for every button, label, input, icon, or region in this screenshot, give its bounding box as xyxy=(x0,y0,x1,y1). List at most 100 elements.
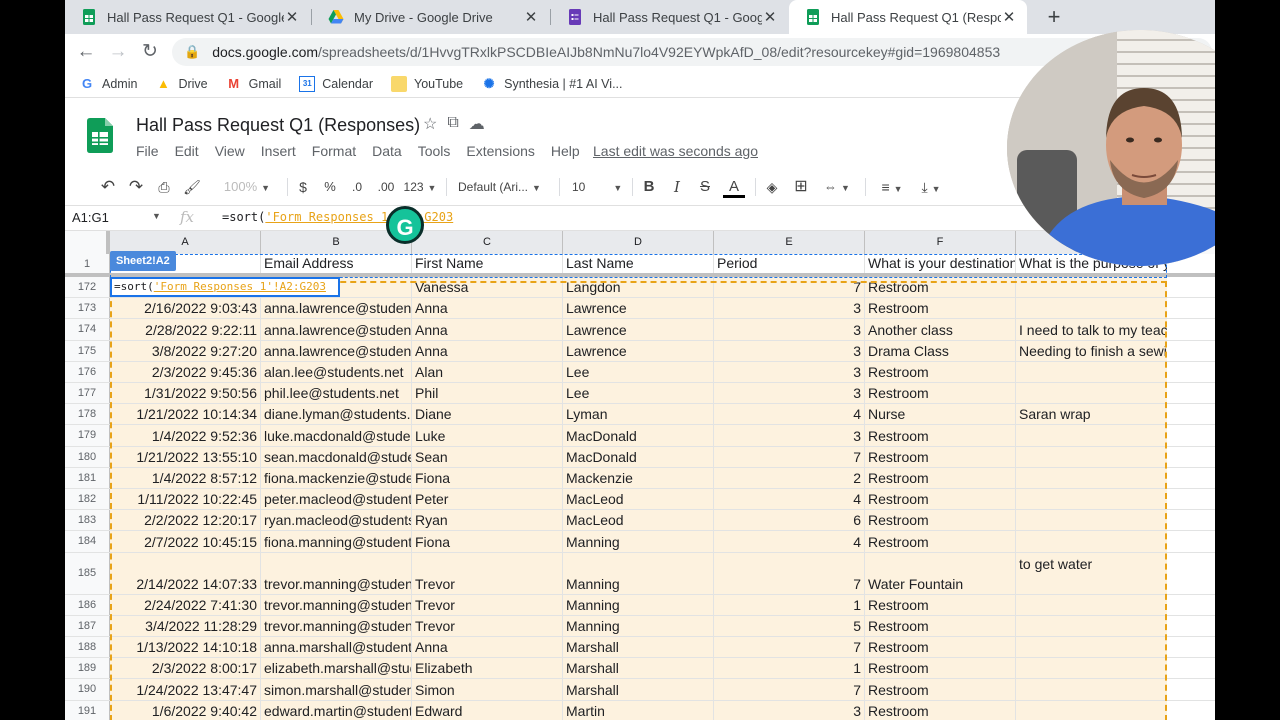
cell[interactable]: 7 xyxy=(714,637,865,658)
cell[interactable]: 2/7/2022 10:45:15 xyxy=(110,531,261,552)
close-icon[interactable]: ✕ xyxy=(523,8,539,26)
cell[interactable] xyxy=(1167,446,1215,467)
merge-cells-icon[interactable]: ⇔ ▼ xyxy=(819,176,855,198)
cell[interactable]: Luke xyxy=(412,425,563,446)
cell[interactable]: edward.martin@students xyxy=(261,700,412,720)
cell[interactable]: Diane xyxy=(412,404,563,425)
cell[interactable]: 4 xyxy=(714,531,865,552)
grammarly-icon[interactable]: G xyxy=(386,206,424,244)
cell[interactable]: ryan.macleod@students. xyxy=(261,510,412,531)
cell[interactable]: 2/14/2022 14:07:33 xyxy=(110,552,261,594)
forward-arrow-icon[interactable]: → xyxy=(105,39,131,65)
cell[interactable]: 1/6/2022 9:40:42 xyxy=(110,700,261,720)
cell[interactable]: 4 xyxy=(714,404,865,425)
cell[interactable] xyxy=(1167,298,1215,319)
text-color-button[interactable]: A xyxy=(723,176,745,198)
bold-button[interactable]: B xyxy=(639,176,659,198)
cell[interactable]: anna.lawrence@students xyxy=(261,298,412,319)
cell[interactable]: Marshall xyxy=(563,679,714,700)
cell[interactable] xyxy=(1167,277,1215,298)
cell[interactable]: Simon xyxy=(412,679,563,700)
cell[interactable]: Restroom xyxy=(865,700,1016,720)
cell[interactable]: Restroom xyxy=(865,594,1016,615)
tab-sheets[interactable]: Hall Pass Request Q1 - Google Sheets ✕ xyxy=(65,0,310,34)
cell[interactable]: trevor.manning@students xyxy=(261,594,412,615)
cell[interactable]: Fiona xyxy=(412,531,563,552)
cell[interactable]: simon.marshall@students xyxy=(261,679,412,700)
column-header-f[interactable]: F xyxy=(865,231,1016,254)
bookmark-gmail[interactable]: M Gmail xyxy=(226,76,281,92)
row-number[interactable]: 176 xyxy=(65,361,110,382)
tab-forms[interactable]: Hall Pass Request Q1 - Google Forms ✕ xyxy=(551,0,788,34)
bookmark-calendar[interactable]: 31 Calendar xyxy=(299,75,373,92)
italic-button[interactable]: I xyxy=(667,176,687,198)
cell[interactable]: 2 xyxy=(714,467,865,488)
borders-icon[interactable]: ⊞ xyxy=(791,176,811,198)
cell[interactable]: 7 xyxy=(714,446,865,467)
cell[interactable]: Manning xyxy=(563,552,714,594)
row-number[interactable]: 173 xyxy=(65,298,110,319)
cell[interactable]: Mackenzie xyxy=(563,467,714,488)
decrease-decimal-button[interactable]: .0 xyxy=(346,176,368,198)
move-folder-icon[interactable]: ⧉ xyxy=(447,114,458,134)
column-header-e[interactable]: E xyxy=(714,231,865,254)
row-number[interactable]: 185 xyxy=(65,552,110,594)
cell[interactable]: 1/4/2022 8:57:12 xyxy=(110,467,261,488)
fill-color-icon[interactable]: ◈ xyxy=(762,176,782,198)
align-left-icon[interactable]: ≡ ▼ xyxy=(875,176,909,198)
cell[interactable]: sean.macdonald@students xyxy=(261,446,412,467)
cell[interactable]: Drama Class xyxy=(865,340,1016,361)
last-edit-link[interactable]: Last edit was seconds ago xyxy=(593,143,758,159)
bookmark-youtube[interactable]: YouTube xyxy=(391,75,463,92)
cell[interactable]: Restroom xyxy=(865,425,1016,446)
column-header-d[interactable]: D xyxy=(563,231,714,254)
redo-icon[interactable]: ↷ xyxy=(125,176,147,198)
cell[interactable]: Restroom xyxy=(865,446,1016,467)
cell[interactable] xyxy=(1167,425,1215,446)
bookmark-admin[interactable]: G Admin xyxy=(79,76,138,92)
cell[interactable]: alan.lee@students.net xyxy=(261,361,412,382)
cell[interactable]: Trevor xyxy=(412,594,563,615)
row-number[interactable]: 180 xyxy=(65,446,110,467)
cell[interactable]: Email Address xyxy=(261,254,412,273)
cell[interactable]: 1 xyxy=(714,594,865,615)
cell[interactable]: 1/21/2022 13:55:10 xyxy=(110,446,261,467)
cell[interactable]: Vanessa xyxy=(412,277,563,298)
spreadsheet-grid[interactable]: A B C D E F 1 Email Address First Name Last… xyxy=(65,231,1215,720)
cell[interactable] xyxy=(1167,467,1215,488)
row-number[interactable]: 191 xyxy=(65,700,110,720)
row-number[interactable]: 1 xyxy=(65,254,110,273)
row-number[interactable]: 188 xyxy=(65,637,110,658)
undo-icon[interactable]: ↶ xyxy=(97,176,119,198)
font-size-select[interactable]: 10 ▼ xyxy=(572,176,624,198)
cell[interactable]: 2/16/2022 9:03:43 xyxy=(110,298,261,319)
cell[interactable]: 1/31/2022 9:50:56 xyxy=(110,383,261,404)
close-icon[interactable]: ✕ xyxy=(1001,8,1017,26)
cell[interactable]: Peter xyxy=(412,489,563,510)
sheets-logo-icon[interactable] xyxy=(87,118,113,153)
cell[interactable]: 7 xyxy=(714,679,865,700)
cell[interactable] xyxy=(1167,658,1215,679)
menu-edit[interactable]: Edit xyxy=(175,143,199,159)
strikethrough-button[interactable]: S xyxy=(695,176,715,198)
cell[interactable]: Last Name xyxy=(563,254,714,273)
menu-view[interactable]: View xyxy=(215,143,245,159)
paint-format-icon[interactable]: 🖌 xyxy=(181,176,203,198)
cell[interactable] xyxy=(1167,489,1215,510)
cell[interactable]: 2/3/2022 8:00:17 xyxy=(110,658,261,679)
cell[interactable]: Trevor xyxy=(412,615,563,636)
cell[interactable]: Ryan xyxy=(412,510,563,531)
vertical-align-icon[interactable]: ⤓ ▼ xyxy=(914,176,948,198)
cell[interactable]: 1/13/2022 14:10:18 xyxy=(110,637,261,658)
menu-tools[interactable]: Tools xyxy=(418,143,451,159)
cell[interactable]: Manning xyxy=(563,531,714,552)
cell[interactable]: Sean xyxy=(412,446,563,467)
cell[interactable]: Restroom xyxy=(865,510,1016,531)
cell[interactable]: 3 xyxy=(714,340,865,361)
cell[interactable] xyxy=(1167,340,1215,361)
cell[interactable]: 3/8/2022 9:27:20 xyxy=(110,340,261,361)
cell[interactable]: 7 xyxy=(714,277,865,298)
menu-help[interactable]: Help xyxy=(551,143,580,159)
cell[interactable]: Marshall xyxy=(563,658,714,679)
back-arrow-icon[interactable]: ← xyxy=(73,39,99,65)
